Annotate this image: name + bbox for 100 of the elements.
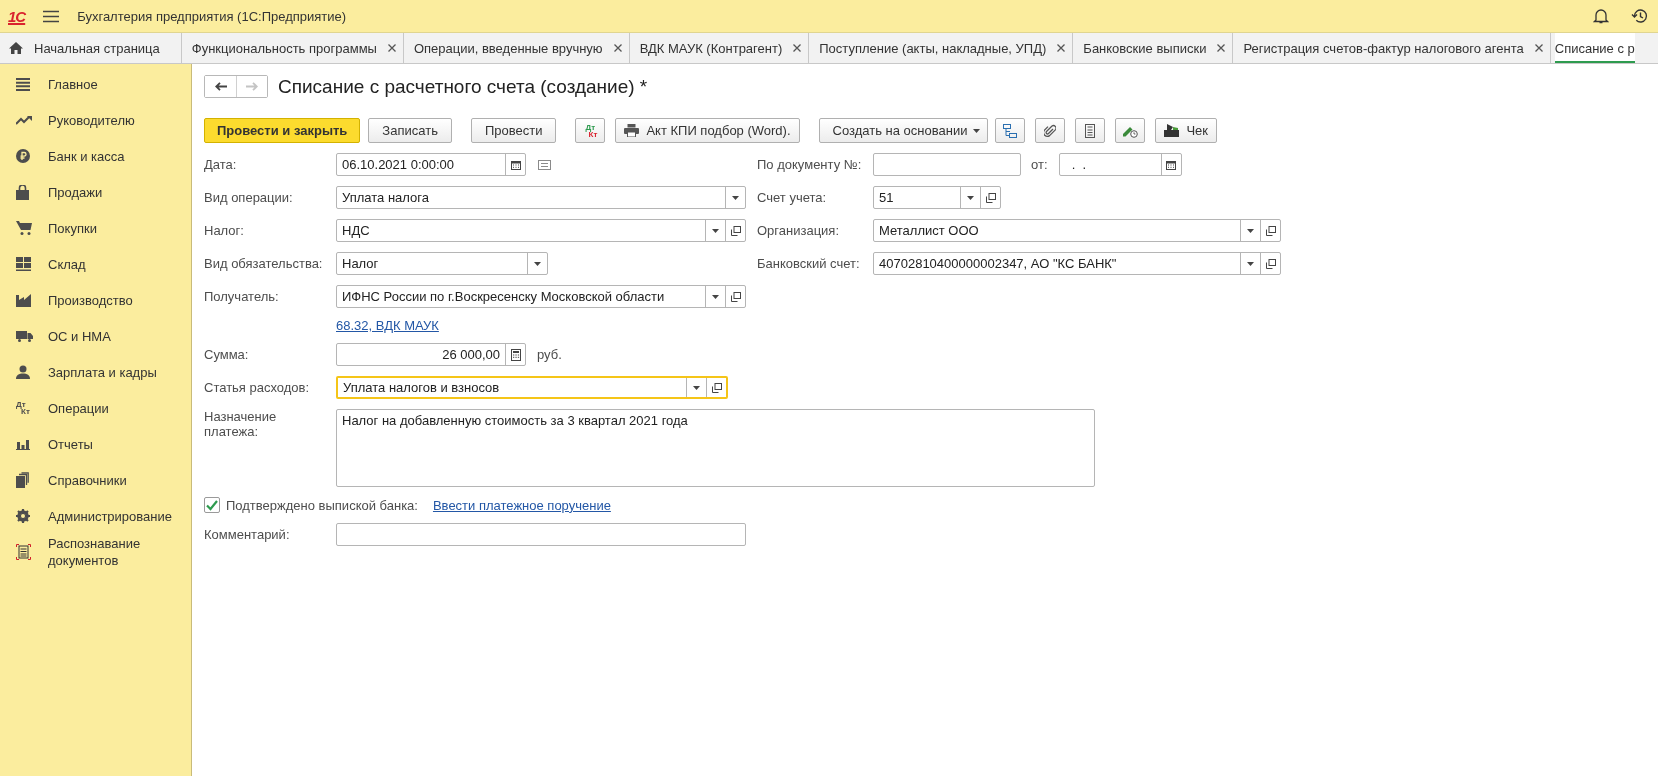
document-number-field[interactable] (873, 153, 1021, 176)
open-icon (1265, 258, 1276, 269)
close-icon[interactable] (613, 44, 622, 52)
close-icon[interactable] (793, 44, 802, 52)
tab[interactable]: Начальная страница (0, 33, 182, 63)
amount-field[interactable]: 26 000,00 (336, 343, 526, 366)
open-icon (985, 192, 996, 203)
print-button[interactable]: Акт КПИ подбор (Word). (615, 118, 800, 143)
caret-icon (973, 128, 981, 133)
form-title: Списание с расчетного счета (создание) * (278, 75, 648, 98)
tab[interactable]: Поступление (акты, накладные, УПД) (809, 33, 1074, 63)
sidebar-item[interactable]: Склад (0, 246, 191, 282)
tab[interactable]: Регистрация счетов-фактур налогового агента (1233, 33, 1551, 63)
create-based-on-button[interactable]: Создать на основании (818, 118, 989, 143)
close-icon[interactable] (387, 44, 396, 52)
open-icon (1265, 225, 1276, 236)
payment-purpose-field[interactable]: Налог на добавленную стоимость за 3 квартал 2021 года (336, 409, 1095, 487)
grid-icon (16, 257, 31, 271)
structure-icon (1003, 123, 1018, 138)
close-icon[interactable] (1057, 44, 1066, 52)
field-label: Сумма: (204, 347, 250, 362)
sidebar-item[interactable]: Распознавание документов (0, 534, 191, 570)
open-icon (730, 225, 741, 236)
field-label: Комментарий: (204, 527, 291, 542)
receipt-button[interactable]: Чек (1155, 118, 1217, 143)
sidebar-item[interactable]: Администрирование (0, 498, 191, 534)
field-label: По документу №: (757, 157, 863, 172)
menu-icon[interactable] (43, 9, 60, 23)
sidebar-item[interactable]: ОС и НМА (0, 318, 191, 354)
tab[interactable]: Списание с р (1554, 33, 1635, 63)
payment-order-link[interactable]: Ввести платежное поручение (432, 497, 611, 513)
tab[interactable]: Операции, введенные вручную (403, 33, 630, 63)
checkbox[interactable] (204, 497, 220, 513)
books-icon (16, 472, 29, 488)
caret-icon (967, 195, 974, 200)
select-field[interactable]: Металлист ООО (873, 219, 1281, 242)
truck-icon (16, 330, 33, 342)
debit-credit-icon: Дт Кт (16, 401, 30, 415)
date-field[interactable]: . . (1058, 153, 1182, 176)
sidebar-item[interactable]: Покупки (0, 210, 191, 246)
select-field[interactable]: Уплата налога (336, 186, 746, 209)
scan-document-icon (16, 544, 31, 560)
list-icon (16, 77, 30, 91)
tab[interactable]: ВДК МАУК (Контрагент) (629, 33, 810, 63)
checkbox-label: Подтверждено выпиской банка: (226, 497, 418, 513)
select-field[interactable]: Уплата налогов и взносов (336, 376, 728, 399)
printer-icon (624, 124, 640, 137)
tab[interactable]: Функциональность программы (181, 33, 404, 63)
document-list-icon[interactable] (538, 159, 551, 170)
sidebar-item[interactable]: Отчеты (0, 426, 191, 462)
caret-icon (712, 228, 719, 233)
currency-label: руб. (537, 347, 562, 362)
sidebar-item[interactable]: Продажи (0, 174, 191, 210)
caret-icon (1247, 228, 1254, 233)
arrow-right-icon (246, 82, 258, 91)
post-and-close-button[interactable]: Провести и закрыть (204, 118, 361, 143)
toolbar-button[interactable]: Записать (368, 118, 452, 143)
history-icon[interactable] (1631, 8, 1648, 24)
caret-icon (693, 385, 700, 390)
select-field[interactable]: НДС (336, 219, 746, 242)
check-icon (206, 499, 218, 511)
select-field[interactable]: 51 (873, 186, 1001, 209)
bell-icon[interactable] (1593, 8, 1609, 24)
field-label: Вид обязательства: (204, 256, 324, 271)
toolbar-icon-button[interactable] (1035, 118, 1066, 143)
sidebar-item[interactable]: Зарплата и кадры (0, 354, 191, 390)
sidebar-item[interactable]: Производство (0, 282, 191, 318)
cart-icon (16, 221, 32, 235)
field-label: Налог: (204, 223, 245, 238)
settlement-link[interactable]: 68.32, ВДК МАУК (336, 318, 439, 333)
close-icon[interactable] (1534, 44, 1543, 52)
open-icon (711, 382, 722, 393)
sidebar-item[interactable]: Руководителю (0, 102, 191, 138)
logo[interactable]: 1С (8, 7, 26, 25)
close-icon[interactable] (1217, 44, 1226, 52)
field-label: Статья расходов: (204, 380, 311, 395)
sidebar-item[interactable]: Главное (0, 66, 191, 102)
toolbar-icon-button[interactable] (995, 118, 1026, 143)
bag-icon (16, 184, 29, 200)
caret-icon (712, 294, 719, 299)
debit-credit-button[interactable]: Дт Кт (575, 118, 606, 143)
select-field[interactable]: Налог (336, 252, 548, 275)
caret-icon (534, 261, 541, 266)
toolbar-icon-button[interactable] (1115, 118, 1146, 143)
date-field[interactable]: 06.10.2021 0:00:00 (336, 153, 526, 176)
sidebar-item[interactable]: Дт Кт Операции (0, 390, 191, 426)
select-field[interactable]: 40702810400000002347, АО "КС БАНК" (873, 252, 1281, 275)
sidebar-item[interactable]: Справочники (0, 462, 191, 498)
tab[interactable]: Банковские выписки (1073, 33, 1234, 63)
calendar-icon (1166, 159, 1176, 170)
ruble-icon (16, 149, 30, 163)
field-label: Банковский счет: (757, 256, 861, 271)
person-icon (16, 365, 30, 379)
toolbar-button[interactable]: Провести (470, 118, 557, 143)
comment-field[interactable] (336, 523, 746, 546)
paperclip-icon (1044, 123, 1057, 138)
sidebar-item[interactable]: Банк и касса (0, 138, 191, 174)
select-field[interactable]: ИФНС России по г.Воскресенску Московской области (336, 285, 746, 308)
toolbar-icon-button[interactable] (1075, 118, 1106, 143)
field-label: Получатель: (204, 289, 280, 304)
